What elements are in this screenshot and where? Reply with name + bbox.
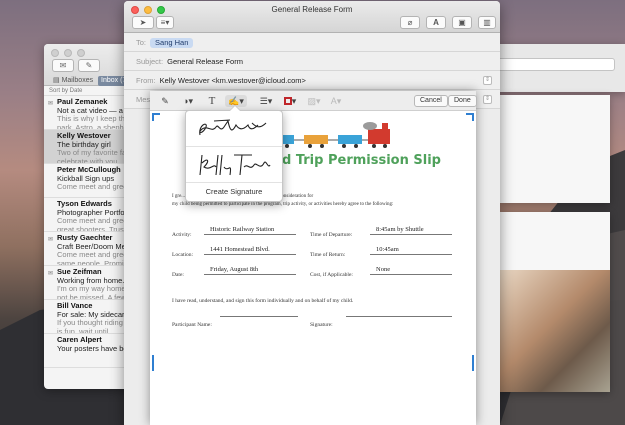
date-label: Date: — [172, 272, 184, 278]
header-fields-button[interactable]: ≡▾ — [156, 16, 174, 29]
format-button[interactable]: A — [426, 16, 446, 29]
signature-popover: Create Signature — [185, 105, 283, 202]
activity-label: Activity: — [172, 232, 192, 238]
background-message-pane — [500, 95, 610, 203]
activity-value[interactable]: Historic Railway Station — [204, 226, 296, 235]
document-title: d Trip Permission Slip — [282, 153, 441, 168]
send-icon: ➤ — [139, 18, 147, 27]
mailboxes-tab[interactable]: ▤ Mailboxes — [50, 76, 96, 86]
compose-button[interactable]: ✎ — [78, 59, 100, 72]
handwritten-signature-image — [199, 119, 267, 136]
recipient-token[interactable]: Sang Han — [150, 38, 194, 48]
crop-handle-left[interactable] — [152, 355, 154, 371]
participant-field[interactable] — [220, 316, 298, 317]
crop-handle-top-left[interactable] — [152, 113, 160, 121]
text-tool-icon[interactable]: T — [206, 95, 218, 107]
cost-value[interactable]: None — [370, 266, 452, 275]
compose-titlebar: General Release Form ➤ ≡▾ ⌀ A ▣ ▥ — [124, 1, 500, 33]
sketch-tool-icon[interactable]: ✎ — [158, 95, 172, 107]
envelope-icon: ✉ — [48, 101, 54, 107]
attach-button[interactable]: ⌀ — [400, 16, 420, 29]
send-button[interactable]: ➤ — [132, 16, 154, 29]
to-label: To: — [136, 38, 147, 47]
stationery-button[interactable]: ▥ — [478, 16, 496, 29]
cancel-button[interactable]: Cancel — [414, 95, 448, 107]
message-size-label: Mes — [136, 95, 151, 104]
fill-color-icon[interactable]: ▨▾ — [304, 95, 324, 107]
subject-label: Subject: — [136, 57, 164, 66]
from-value[interactable]: Kelly Westover <km.westover@icloud.com> — [160, 76, 306, 85]
crop-handle-top-right[interactable] — [466, 113, 474, 121]
departure-label: Time of Departure: — [310, 232, 353, 238]
subject-value[interactable]: General Release Form — [167, 57, 243, 66]
signature-field[interactable] — [346, 316, 452, 317]
line-style-icon[interactable]: ☰▾ — [256, 95, 276, 107]
font-icon: A — [433, 18, 439, 27]
zoom-dot[interactable] — [77, 49, 85, 57]
window-controls — [51, 49, 85, 57]
window-title: General Release Form — [271, 5, 353, 14]
shapes-tool-icon[interactable]: ◑▾ — [178, 95, 198, 107]
compose-icon: ✎ — [85, 61, 93, 70]
paragraph-line-2: my child being permitted to participate … — [172, 202, 394, 207]
location-value[interactable]: 1441 Homestead Blvd. — [204, 246, 296, 255]
subject-field[interactable]: Subject: General Release Form — [124, 52, 500, 71]
search-field[interactable]: h — [490, 58, 615, 71]
close-dot[interactable] — [51, 49, 59, 57]
handwritten-signature-image — [199, 154, 271, 176]
border-color-icon[interactable]: ▾ — [280, 95, 300, 107]
background-photo-pane — [500, 212, 610, 392]
markup-toolbar: ✎ ◑▾ T ✍▾ ☰▾ ▾ ▨▾ A▾ Cancel Done — [150, 91, 477, 111]
participant-label: Participant Name: — [172, 322, 212, 328]
mailboxes-label: Mailboxes — [61, 77, 94, 84]
compose-window: General Release Form ➤ ≡▾ ⌀ A ▣ ▥ To: San… — [124, 1, 500, 425]
paperclip-icon: ⌀ — [407, 18, 413, 27]
consent-statement: I have read, understand, and sign this f… — [172, 298, 354, 304]
return-value[interactable]: 10:45am — [370, 246, 452, 255]
stationery-icon: ▥ — [483, 18, 491, 27]
cost-label: Cost, if Applicable: — [310, 272, 353, 278]
date-value[interactable]: Friday, August 8th — [204, 266, 296, 275]
photo-thumbnail — [500, 270, 610, 392]
envelope-icon: ✉ — [59, 61, 67, 70]
photo-browser-button[interactable]: ▣ — [452, 16, 472, 29]
envelope-icon: ✉ — [48, 271, 54, 277]
photo-icon: ▣ — [458, 18, 466, 27]
signature-option-1[interactable] — [186, 111, 282, 147]
get-mail-button[interactable]: ✉ — [52, 59, 74, 72]
minimize-dot[interactable] — [64, 49, 72, 57]
create-signature-button[interactable]: Create Signature — [186, 183, 282, 201]
train-illustration — [282, 122, 390, 148]
crop-handle-right[interactable] — [472, 355, 474, 371]
to-field[interactable]: To: Sang Han — [124, 33, 500, 52]
list-icon: ≡▾ — [160, 18, 170, 27]
from-label: From: — [136, 76, 156, 85]
signature-label: Signature: — [310, 322, 333, 328]
from-dropdown-icon[interactable]: ⇕ — [483, 76, 492, 85]
return-label: Time of Return: — [310, 252, 346, 258]
from-field[interactable]: From: Kelly Westover <km.westover@icloud.… — [124, 71, 500, 90]
signature-option-2[interactable] — [186, 147, 282, 183]
envelope-icon: ✉ — [48, 237, 54, 243]
departure-value[interactable]: 8:45am by Shuttle — [370, 226, 452, 235]
location-label: Location: — [172, 252, 194, 258]
mailboxes-icon: ▤ — [53, 77, 60, 84]
image-size-dropdown-icon[interactable]: ⇕ — [483, 95, 492, 104]
text-style-icon[interactable]: A▾ — [328, 95, 344, 107]
done-button[interactable]: Done — [448, 95, 477, 107]
